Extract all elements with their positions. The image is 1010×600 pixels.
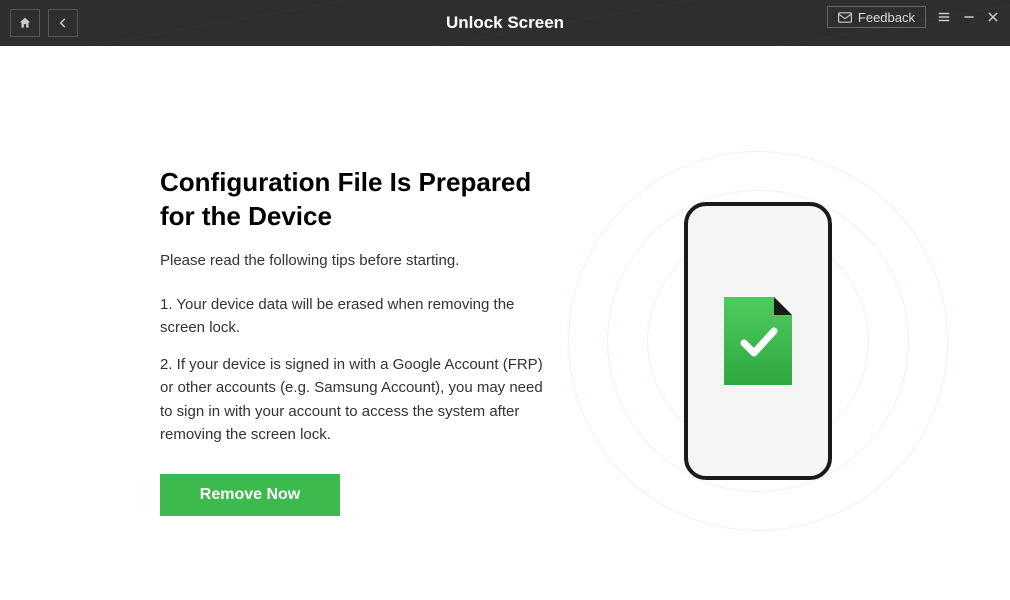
mail-icon [838, 12, 852, 23]
menu-button[interactable] [936, 10, 952, 24]
window-controls: Feedback [827, 6, 1000, 28]
page-subheading: Please read the following tips before st… [160, 252, 545, 269]
file-check-icon [724, 297, 792, 385]
illustration-panel [585, 166, 930, 516]
tip-2: 2. If your device is signed in with a Go… [160, 353, 545, 446]
titlebar: Unlock Screen Feedback [0, 0, 1010, 46]
chevron-left-icon [56, 16, 70, 30]
main-content: Configuration File Is Prepared for the D… [0, 46, 1010, 516]
hamburger-icon [936, 10, 952, 24]
home-icon [18, 16, 32, 30]
feedback-label: Feedback [858, 10, 915, 25]
minimize-icon [962, 10, 976, 24]
info-panel: Configuration File Is Prepared for the D… [160, 166, 545, 516]
page-heading: Configuration File Is Prepared for the D… [160, 166, 545, 234]
feedback-button[interactable]: Feedback [827, 6, 926, 28]
close-button[interactable] [986, 10, 1000, 24]
nav-buttons [10, 9, 78, 37]
minimize-button[interactable] [962, 10, 976, 24]
tip-1: 1. Your device data will be erased when … [160, 293, 545, 340]
remove-now-button[interactable]: Remove Now [160, 474, 340, 516]
close-icon [986, 10, 1000, 24]
back-button[interactable] [48, 9, 78, 37]
home-button[interactable] [10, 9, 40, 37]
window-title: Unlock Screen [446, 13, 564, 33]
phone-illustration [684, 202, 832, 480]
